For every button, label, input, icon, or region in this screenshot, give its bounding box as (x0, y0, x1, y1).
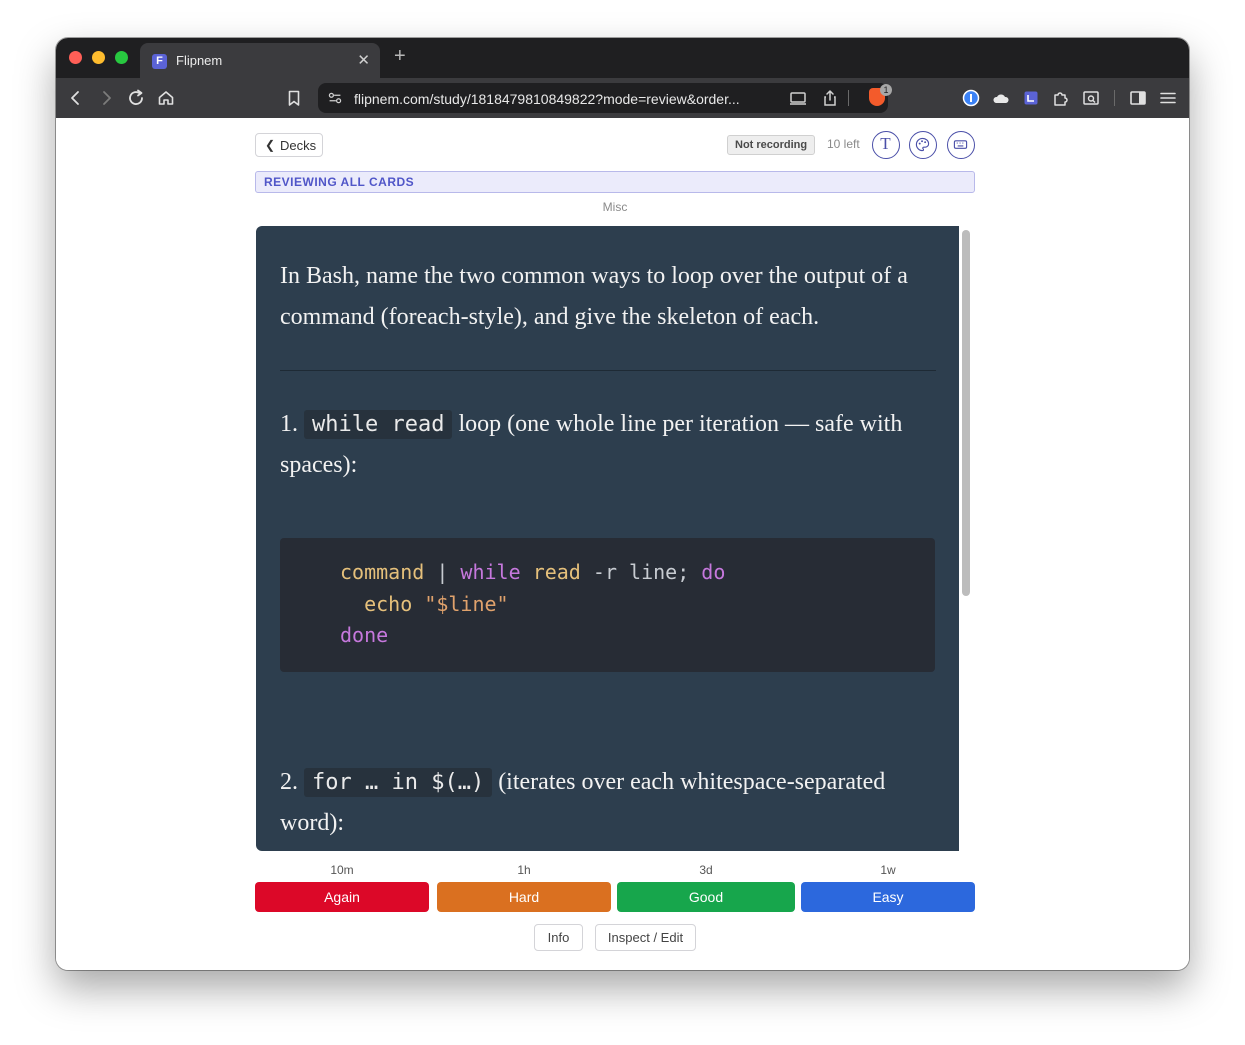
menu-icon[interactable] (1158, 88, 1178, 108)
item-2-number: 2. (280, 769, 298, 795)
keyboard-icon (953, 140, 968, 149)
url-divider (848, 90, 849, 106)
new-tab-button[interactable]: + (394, 46, 406, 66)
share-icon[interactable] (820, 88, 840, 108)
study-page: ❮ Decks Not recording 10 left T REVIEWIN… (56, 118, 1189, 970)
tab-strip: F Flipnem ✕ + (56, 38, 1189, 78)
again-button[interactable]: Again (255, 882, 429, 912)
item-1-number: 1. (280, 411, 298, 437)
card-question: In Bash, name the two common ways to loo… (280, 263, 908, 330)
hard-interval: 1h (517, 863, 531, 877)
zoom-window-button[interactable] (115, 51, 128, 64)
code-line-3: done (340, 623, 388, 647)
item-2-code: for … in $(…) (304, 768, 493, 797)
item-1-code: while read (304, 410, 453, 439)
cloud-extension-icon[interactable] (991, 88, 1011, 108)
chevron-left-icon: ❮ (265, 138, 276, 152)
code-line-2: echo "$line" (340, 592, 509, 616)
tab-title: Flipnem (176, 53, 223, 68)
brave-shield-count: 1 (880, 84, 892, 96)
inspect-edit-button[interactable]: Inspect / Edit (595, 924, 696, 951)
forward-icon[interactable] (96, 88, 116, 108)
cards-left-count: 10 left (827, 137, 860, 151)
keyboard-shortcuts-button[interactable] (947, 131, 975, 159)
site-settings-icon[interactable] (326, 89, 344, 107)
recording-status-badge: Not recording (727, 135, 816, 155)
code-block: command | while read -r line; do echo "$… (280, 538, 935, 672)
review-mode-banner: REVIEWING ALL CARDS (255, 171, 975, 193)
back-to-decks-button[interactable]: ❮ Decks (255, 133, 323, 157)
minimize-window-button[interactable] (92, 51, 105, 64)
sidebar-icon[interactable] (1128, 88, 1148, 108)
good-interval: 3d (699, 863, 713, 877)
text-style-button[interactable]: T (872, 131, 900, 159)
code-token: do (701, 560, 726, 584)
code-token: while (460, 560, 521, 584)
deck-name: Misc (602, 200, 628, 214)
close-tab-icon[interactable]: ✕ (357, 51, 370, 69)
reload-icon[interactable] (126, 88, 146, 108)
screenshot-icon[interactable] (1081, 88, 1101, 108)
info-button[interactable]: Info (534, 924, 583, 951)
ext-app-icon[interactable] (1021, 88, 1041, 108)
answer-item-2: 2. for … in $(…) (iterates over each whi… (280, 762, 940, 844)
code-token: -r line; (580, 560, 702, 584)
again-interval: 10m (330, 863, 354, 877)
code-token: "$line" (424, 592, 509, 616)
back-to-decks-label: Decks (280, 138, 317, 153)
browser-window: F Flipnem ✕ + flipnem.com/study/18184798… (56, 38, 1189, 970)
code-token: | (424, 560, 461, 584)
code-line-1: command | while read -r line; do (340, 560, 725, 584)
code-token: read (532, 560, 581, 584)
code-token: command (340, 560, 425, 584)
browser-toolbar: flipnem.com/study/1818479810849822?mode=… (56, 78, 1189, 118)
password-manager-icon[interactable] (961, 88, 981, 108)
extensions-puzzle-icon[interactable] (1051, 88, 1071, 108)
address-bar[interactable]: flipnem.com/study/1818479810849822?mode=… (318, 83, 892, 113)
toolbar-divider (1114, 90, 1115, 106)
easy-interval: 1w (880, 863, 896, 877)
good-button[interactable]: Good (617, 882, 795, 912)
browser-tab-flipnem[interactable]: F Flipnem ✕ (140, 43, 380, 78)
answer-item-1: 1. while read loop (one whole line per i… (280, 404, 920, 486)
code-token: done (340, 623, 389, 647)
home-icon[interactable] (156, 88, 176, 108)
flashcard: In Bash, name the two common ways to loo… (256, 226, 959, 851)
easy-button[interactable]: Easy (801, 882, 975, 912)
text-style-icon: T (880, 134, 891, 153)
hard-button[interactable]: Hard (437, 882, 611, 912)
back-icon[interactable] (66, 88, 86, 108)
cast-icon[interactable] (788, 88, 808, 108)
close-window-button[interactable] (69, 51, 82, 64)
bookmark-icon[interactable] (284, 88, 304, 108)
card-divider (280, 370, 936, 371)
code-token: echo (364, 592, 413, 616)
theme-button[interactable] (909, 131, 937, 159)
flipnem-favicon-icon: F (152, 54, 167, 69)
url-text[interactable]: flipnem.com/study/1818479810849822?mode=… (354, 91, 774, 107)
card-scrollbar-thumb[interactable] (962, 230, 970, 596)
palette-icon (915, 137, 930, 152)
